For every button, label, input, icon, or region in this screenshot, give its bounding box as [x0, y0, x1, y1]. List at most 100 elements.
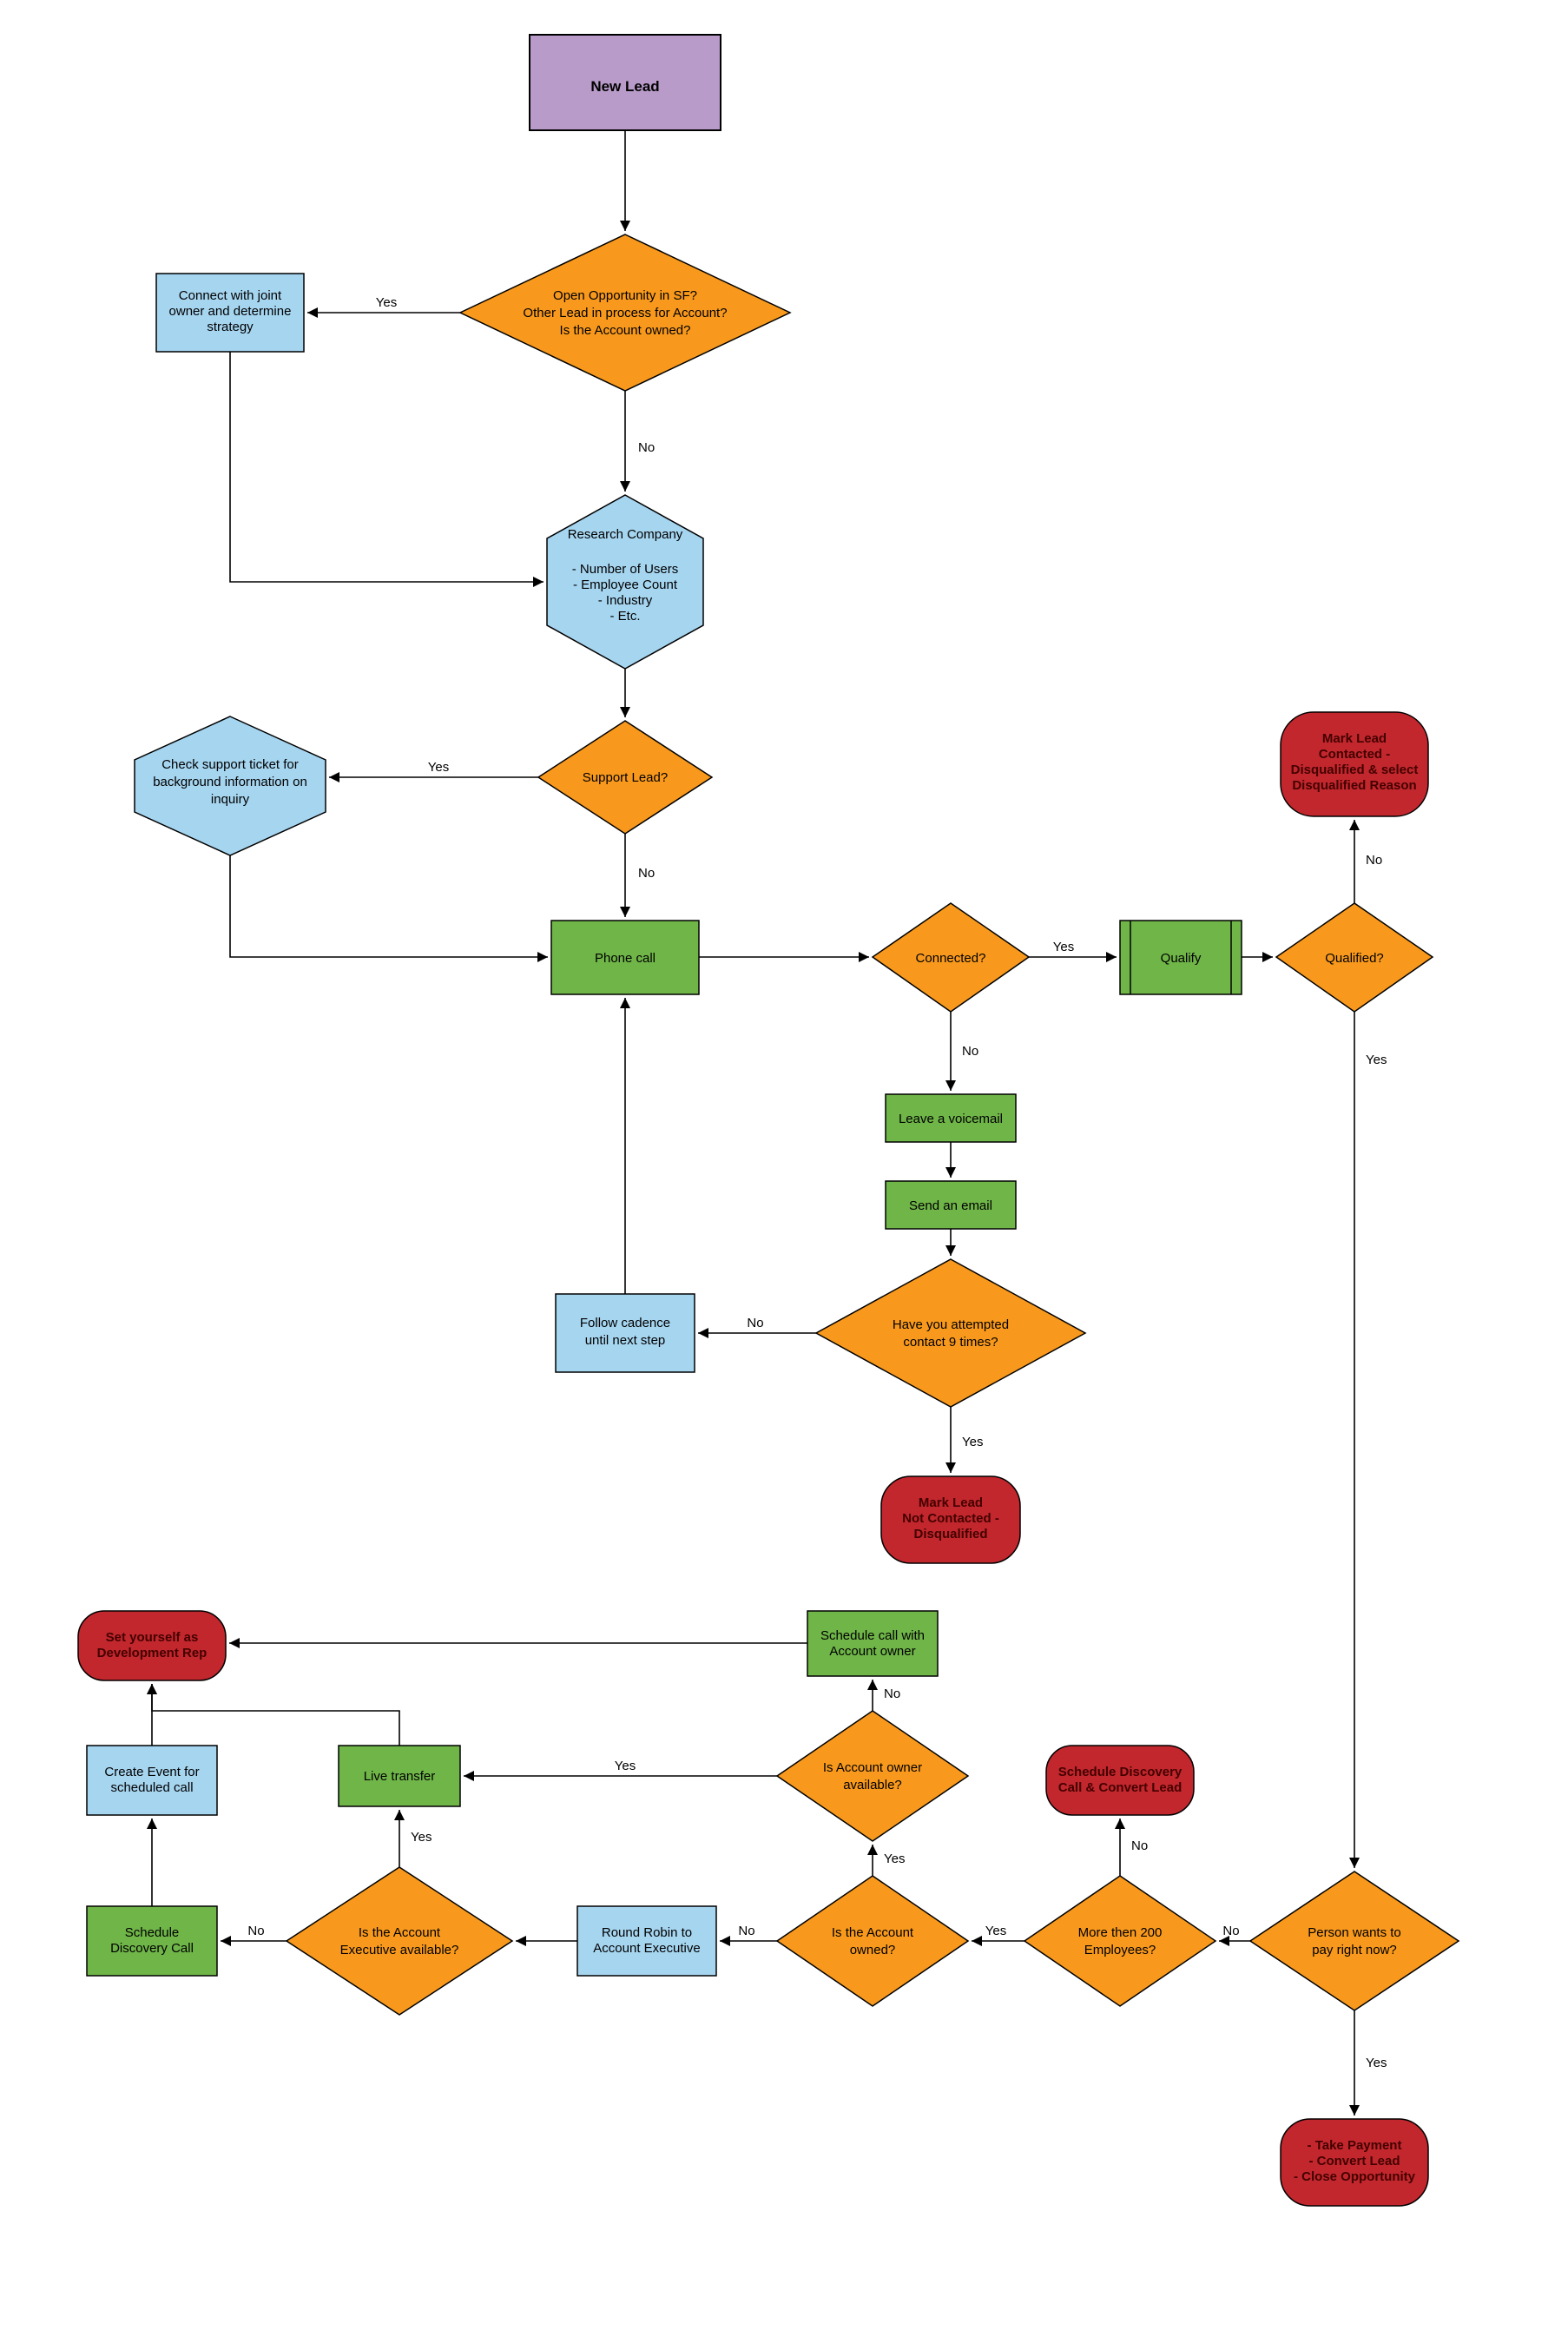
text-mc-4: Disqualified Reason: [1292, 778, 1416, 793]
node-qualify: Qualify: [1120, 921, 1242, 994]
text-se: Send an email: [909, 1198, 992, 1213]
label-owneravail-yes: Yes: [615, 1759, 636, 1773]
text-mc-3: Disqualified & select: [1291, 762, 1419, 777]
text-mc-1: Mark Lead: [1322, 731, 1387, 746]
text-ce-2: scheduled call: [110, 1780, 193, 1795]
text-rr-1: Round Robin to: [602, 1925, 692, 1940]
text-fc-2: until next step: [585, 1333, 666, 1348]
text-sdc-2: Call & Convert Lead: [1058, 1780, 1183, 1795]
node-set-dev-rep: Set yourself as Development Rep: [78, 1611, 226, 1680]
text-qd: Qualified?: [1325, 951, 1384, 966]
text-open-opp-2: Other Lead in process for Account?: [523, 306, 727, 320]
text-sco-2: Account owner: [829, 1644, 915, 1659]
text-a9-1: Have you attempted: [893, 1317, 1009, 1332]
node-qualified: Qualified?: [1276, 903, 1433, 1012]
label-attempt9-no: No: [747, 1316, 763, 1330]
text-cj-3: strategy: [207, 320, 254, 334]
edge-ticket-phone: [230, 855, 548, 957]
text-sl: Support Lead?: [583, 770, 668, 785]
text-sd-r1: Set yourself as: [106, 1630, 199, 1645]
label-emp200-no: No: [1131, 1838, 1148, 1853]
label-attempt9-yes: Yes: [962, 1435, 983, 1449]
edge-live-devrep: [152, 1684, 399, 1746]
text-ct-2: background information on: [153, 775, 307, 789]
node-open-opportunity: Open Opportunity in SF? Other Lead in pr…: [460, 234, 790, 391]
label-paynow-yes: Yes: [1366, 2056, 1387, 2070]
node-take-payment: - Take Payment - Convert Lead - Close Op…: [1281, 2119, 1428, 2206]
label-acctowned-no: No: [738, 1924, 754, 1938]
label-openopp-yes: Yes: [376, 295, 397, 310]
edge-connect-research: [230, 352, 544, 582]
text-open-opp-1: Open Opportunity in SF?: [553, 288, 697, 303]
text-rc-2: - Number of Users: [572, 562, 679, 577]
text-ao-1: Is the Account: [832, 1925, 914, 1940]
text-mc-2: Contacted -: [1319, 747, 1391, 762]
text-rc-3: - Employee Count: [573, 578, 678, 592]
text-rc-4: - Industry: [598, 593, 653, 608]
text-ct-3: inquiry: [211, 792, 250, 807]
node-connect-joint-owner: Connect with joint owner and determine s…: [156, 274, 304, 352]
text-mnc-2: Not Contacted -: [902, 1511, 999, 1526]
label-openopp-no: No: [638, 440, 655, 455]
node-owner-available: Is Account owner available?: [777, 1711, 968, 1841]
node-leave-voicemail: Leave a voicemail: [886, 1094, 1016, 1142]
text-vm: Leave a voicemail: [899, 1112, 1003, 1126]
text-q: Qualify: [1161, 951, 1202, 966]
label-emp200-yes: Yes: [985, 1924, 1006, 1938]
text-ao-2: owned?: [850, 1943, 896, 1957]
label-aeavail-no: No: [247, 1924, 264, 1938]
text-mnc-3: Disqualified: [913, 1527, 987, 1541]
text-cj-1: Connect with joint: [179, 288, 282, 303]
text-sd-r2: Development Rep: [97, 1646, 208, 1660]
text-new-lead: New Lead: [590, 78, 659, 95]
node-schedule-call-owner: Schedule call with Account owner: [807, 1611, 938, 1676]
node-ae-available: Is the Account Executive available?: [287, 1867, 512, 2015]
label-owneravail-no: No: [884, 1687, 900, 1701]
text-pn-1: Person wants to: [1308, 1925, 1401, 1940]
node-attempted-9: Have you attempted contact 9 times?: [816, 1259, 1085, 1407]
label-support-no: No: [638, 866, 655, 881]
text-a9-2: contact 9 times?: [903, 1335, 998, 1350]
node-check-support-ticket: Check support ticket for background info…: [135, 716, 326, 855]
node-schedule-discovery-call: Schedule Discovery Call: [87, 1906, 217, 1976]
node-new-lead: New Lead: [530, 35, 721, 130]
node-follow-cadence: Follow cadence until next step: [556, 1294, 695, 1372]
node-live-transfer: Live transfer: [339, 1746, 460, 1806]
label-qualified-no: No: [1366, 853, 1382, 868]
text-rr-2: Account Executive: [593, 1941, 700, 1956]
node-200-employees: More then 200 Employees?: [1024, 1876, 1216, 2006]
text-pc: Phone call: [595, 951, 656, 966]
text-oa-2: available?: [843, 1778, 902, 1792]
node-mark-contacted-dq: Mark Lead Contacted - Disqualified & sel…: [1281, 712, 1428, 816]
node-create-event: Create Event for scheduled call: [87, 1746, 217, 1815]
text-sd-1: Schedule: [125, 1925, 180, 1940]
text-open-opp-3: Is the Account owned?: [560, 323, 691, 338]
node-schedule-discovery-convert: Schedule Discovery Call & Convert Lead: [1046, 1746, 1194, 1815]
text-ae-1: Is the Account: [359, 1925, 441, 1940]
node-research-company: Research Company - Number of Users - Emp…: [547, 495, 703, 669]
text-cj-2: owner and determine: [169, 304, 292, 319]
text-rc-5: - Etc.: [609, 609, 640, 624]
node-connected: Connected?: [873, 903, 1029, 1012]
text-ct-1: Check support ticket for: [161, 757, 299, 772]
text-fc-1: Follow cadence: [580, 1316, 670, 1330]
node-mark-not-contacted: Mark Lead Not Contacted - Disqualified: [881, 1476, 1020, 1563]
node-account-owned: Is the Account owned?: [777, 1876, 968, 2006]
text-lt: Live transfer: [364, 1769, 436, 1784]
label-connected-yes: Yes: [1053, 940, 1074, 954]
text-ce-1: Create Event for: [104, 1765, 199, 1779]
text-conn: Connected?: [916, 951, 986, 966]
text-tp-3: - Close Opportunity: [1294, 2169, 1416, 2184]
label-connected-no: No: [962, 1044, 978, 1059]
label-acctowned-yes: Yes: [884, 1852, 905, 1866]
text-oa-1: Is Account owner: [823, 1760, 922, 1775]
flowchart-canvas: New Lead Open Opportunity in SF? Other L…: [0, 0, 1568, 2350]
text-e200-1: More then 200: [1078, 1925, 1163, 1940]
text-sco-1: Schedule call with: [820, 1628, 925, 1643]
node-support-lead: Support Lead?: [538, 721, 712, 834]
text-mnc-1: Mark Lead: [919, 1495, 983, 1510]
node-phone-call: Phone call: [551, 921, 699, 994]
label-aeavail-yes: Yes: [411, 1830, 432, 1845]
node-pay-now: Person wants to pay right now?: [1250, 1871, 1459, 2010]
text-sd-2: Discovery Call: [110, 1941, 194, 1956]
